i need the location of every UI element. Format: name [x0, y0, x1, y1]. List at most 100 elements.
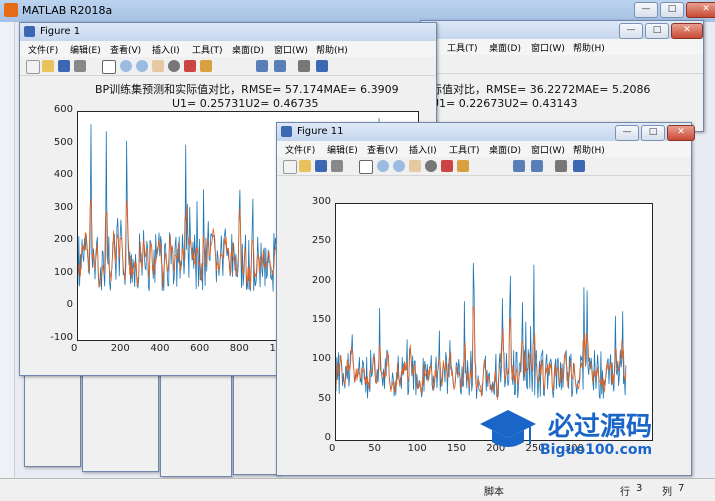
data-cursor-icon[interactable] [184, 60, 196, 72]
dock-icon[interactable] [573, 160, 585, 172]
figure-1-titlebar: Figure 1 [20, 23, 436, 41]
legend-icon[interactable] [531, 160, 543, 172]
zoom-out-icon[interactable] [136, 60, 148, 72]
legend-icon[interactable] [274, 60, 286, 72]
maximize-button[interactable]: □ [645, 23, 669, 39]
close-button[interactable]: ✕ [686, 2, 715, 18]
zoom-out-icon[interactable] [393, 160, 405, 172]
minimize-button[interactable]: — [615, 125, 639, 141]
menu-item-file[interactable]: 文件(F) [28, 43, 58, 56]
menu-item-tools[interactable]: 工具(T) [449, 143, 480, 156]
save-icon[interactable] [315, 160, 327, 172]
hide-tools-icon[interactable] [555, 160, 567, 172]
y-tick-label: 300 [53, 201, 73, 213]
y-tick-label: 500 [53, 136, 73, 148]
y-tick-label: 100 [311, 353, 331, 365]
figure-icon [24, 26, 35, 37]
new-figure-icon[interactable] [26, 60, 40, 74]
close-button[interactable]: ✕ [671, 23, 703, 39]
open-file-icon[interactable] [299, 160, 311, 172]
background-figure-stub[interactable] [82, 365, 159, 472]
background-figure-window[interactable]: — □ ✕ 工具(T) 桌面(D) 窗口(W) 帮助(H) 际值对比，RMSE=… [420, 20, 704, 132]
graduation-cap-icon [480, 410, 536, 447]
menu-item-help[interactable]: 帮助(H) [316, 43, 348, 56]
menu-item-edit[interactable]: 编辑(E) [327, 143, 358, 156]
y-tick-label: -100 [50, 332, 73, 343]
menu-item-window[interactable]: 窗口(W) [531, 143, 565, 156]
colorbar-icon[interactable] [256, 60, 268, 72]
y-tick-label: 50 [318, 392, 331, 404]
plot-title-line1: BP训练集预测和实际值对比，RMSE= 57.174MAE= 6.3909 [95, 83, 399, 96]
menu-item-help[interactable]: 帮助(H) [573, 41, 605, 54]
minimize-button[interactable]: — [634, 2, 658, 18]
status-row-label: 行 [620, 487, 630, 498]
hide-tools-icon[interactable] [298, 60, 310, 72]
x-tick-label: 400 [150, 343, 170, 354]
menu-item-help[interactable]: 帮助(H) [573, 143, 605, 156]
new-figure-icon[interactable] [283, 160, 297, 174]
x-tick-label: 600 [190, 343, 210, 354]
status-col-label: 列 [662, 487, 672, 498]
brush-icon[interactable] [457, 160, 469, 172]
menu-item-window[interactable]: 窗口(W) [274, 43, 308, 56]
menu-item-insert[interactable]: 插入(I) [152, 43, 180, 56]
print-icon[interactable] [74, 60, 86, 72]
zoom-in-icon[interactable] [377, 160, 389, 172]
figure-1-menubar: 文件(F) 编辑(E) 查看(V) 插入(I) 工具(T) 桌面(D) 窗口(W… [20, 41, 436, 57]
rotate-icon[interactable] [168, 60, 180, 72]
save-icon[interactable] [58, 60, 70, 72]
left-panel-strip [0, 22, 15, 478]
brush-icon[interactable] [200, 60, 212, 72]
menu-item-desktop[interactable]: 桌面(D) [489, 41, 521, 54]
watermark-text: 必过源码 [548, 412, 653, 442]
pointer-icon[interactable] [359, 160, 373, 174]
y-tick-label: 600 [53, 104, 73, 115]
y-tick-label: 200 [311, 274, 331, 286]
x-tick-label: 50 [368, 443, 382, 454]
menu-item-view[interactable]: 查看(V) [110, 43, 141, 56]
background-figure-stub[interactable] [24, 365, 81, 467]
close-button[interactable]: ✕ [667, 125, 695, 141]
menu-item-window[interactable]: 窗口(W) [531, 41, 565, 54]
pan-icon[interactable] [152, 60, 164, 72]
y-tick-label: 100 [53, 266, 73, 278]
x-tick-label: 0 [329, 443, 336, 454]
menu-item-file[interactable]: 文件(F) [285, 143, 315, 156]
menu-item-insert[interactable]: 插入(I) [409, 143, 437, 156]
colorbar-icon[interactable] [513, 160, 525, 172]
rotate-icon[interactable] [425, 160, 437, 172]
y-tick-label: 0 [66, 299, 73, 311]
maximize-button[interactable]: □ [641, 125, 665, 141]
menu-item-view[interactable]: 查看(V) [367, 143, 398, 156]
status-bar: 脚本 行 3 列 7 [0, 478, 715, 501]
pan-icon[interactable] [409, 160, 421, 172]
menu-item-desktop[interactable]: 桌面(D) [232, 43, 264, 56]
figure-icon [281, 126, 292, 137]
data-cursor-icon[interactable] [441, 160, 453, 172]
y-tick-label: 300 [311, 196, 331, 207]
minimize-button[interactable]: — [619, 23, 643, 39]
status-row: 3 [636, 483, 643, 494]
menu-item-tools[interactable]: 工具(T) [192, 43, 223, 56]
plot-title-line2: U1= 0.25731U2= 0.46735 [172, 97, 319, 110]
figure-11-toolbar [277, 157, 691, 176]
menu-item-tools[interactable]: 工具(T) [447, 41, 478, 54]
print-icon[interactable] [331, 160, 343, 172]
status-script: 脚本 [484, 487, 504, 498]
background-figure-stub[interactable] [233, 365, 280, 475]
background-figure-titlebar: — □ ✕ [421, 21, 703, 39]
open-file-icon[interactable] [42, 60, 54, 72]
pointer-icon[interactable] [102, 60, 116, 74]
dock-icon[interactable] [316, 60, 328, 72]
watermark: 必过源码 Biguo100.com [478, 402, 688, 466]
x-tick-label: 0 [71, 343, 78, 354]
y-tick-label: 200 [53, 234, 73, 246]
menu-item-desktop[interactable]: 桌面(D) [489, 143, 521, 156]
background-figure-stub[interactable] [160, 365, 232, 477]
watermark-url: Biguo100.com [540, 442, 653, 458]
zoom-in-icon[interactable] [120, 60, 132, 72]
maximize-button[interactable]: □ [660, 2, 684, 18]
menu-item-edit[interactable]: 编辑(E) [70, 43, 101, 56]
figure-1-title: Figure 1 [40, 26, 81, 37]
background-plot-title-line2: U1= 0.22673U2= 0.43143 [431, 97, 578, 110]
